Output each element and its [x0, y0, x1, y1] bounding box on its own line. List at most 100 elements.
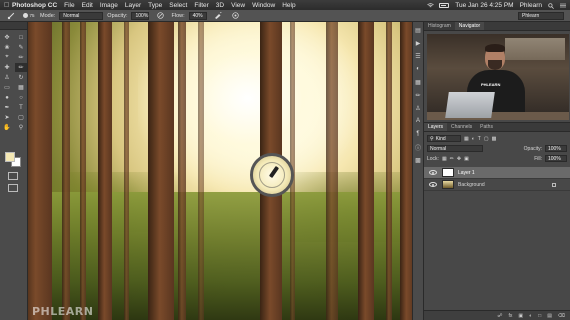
new-layer-icon[interactable]: ▤ — [547, 313, 552, 319]
eraser-tool-icon[interactable]: ▭ — [1, 83, 13, 92]
wifi-icon[interactable] — [427, 2, 435, 8]
history-brush-tool-icon[interactable]: ↻ — [15, 73, 27, 82]
brush-tool-icon[interactable]: ✏ — [15, 63, 27, 72]
menu-view[interactable]: View — [231, 2, 245, 9]
info-panel-icon[interactable]: ⓘ — [413, 142, 423, 152]
character-panel-icon[interactable]: A — [413, 116, 423, 126]
document-canvas[interactable]: PHLEARN — [28, 22, 412, 320]
tab-channels[interactable]: Channels — [447, 123, 476, 131]
zoom-tool-icon[interactable]: ⚲ — [15, 123, 27, 132]
menubar-clock[interactable]: Tue Jan 26 4:25 PM — [455, 2, 513, 9]
tab-paths[interactable]: Paths — [476, 123, 497, 131]
gradient-tool-icon[interactable]: ▦ — [15, 83, 27, 92]
visibility-eye-icon[interactable] — [429, 182, 437, 187]
battery-icon[interactable] — [439, 2, 450, 8]
foreground-color-swatch[interactable] — [5, 152, 15, 162]
filter-pixel-icon[interactable]: ▦ — [464, 136, 469, 142]
quick-mask-icon[interactable] — [8, 172, 18, 180]
opacity-field[interactable]: 100% — [131, 11, 150, 20]
path-selection-tool-icon[interactable]: ➤ — [1, 113, 13, 122]
screen-mode-icon[interactable] — [8, 184, 18, 192]
layer-filter-kind: Kind — [435, 135, 446, 142]
flow-label: Flow: — [171, 12, 185, 19]
pressure-opacity-icon[interactable] — [153, 12, 167, 20]
list-icon[interactable] — [560, 3, 566, 8]
layer-row[interactable]: Layer 1 — [424, 167, 570, 179]
filter-adjustment-icon[interactable]: ◐ — [472, 136, 475, 142]
menu-type[interactable]: Type — [148, 2, 162, 9]
layer-filter-select[interactable]: ⚲ Kind — [427, 135, 461, 142]
tab-histogram[interactable]: Histogram — [424, 22, 455, 30]
filter-shape-icon[interactable]: ▢ — [484, 136, 489, 142]
mode-select[interactable]: Normal — [59, 11, 104, 20]
menu-layer[interactable]: Layer — [125, 2, 141, 9]
blur-tool-icon[interactable]: ● — [1, 93, 13, 102]
adjustment-layer-icon[interactable]: ◐ — [529, 313, 532, 319]
fill-field[interactable]: 100% — [545, 155, 567, 162]
lasso-tool-icon[interactable]: ❀ — [1, 43, 13, 52]
apple-icon[interactable]:  — [4, 2, 12, 9]
layer-name[interactable]: Layer 1 — [458, 170, 475, 176]
menubar-user[interactable]: Phlearn — [520, 2, 542, 9]
quick-select-tool-icon[interactable]: ✎ — [15, 43, 27, 52]
blend-mode-select[interactable]: Normal — [427, 145, 483, 152]
healing-brush-tool-icon[interactable]: ✚ — [1, 63, 13, 72]
menu-3d[interactable]: 3D — [216, 2, 224, 9]
menu-help[interactable]: Help — [282, 2, 295, 9]
eyedropper-tool-icon[interactable]: ✏ — [15, 53, 27, 62]
crop-tool-icon[interactable]: ⌖ — [1, 53, 13, 62]
visibility-eye-icon[interactable] — [429, 170, 437, 175]
brush-panel-icon[interactable]: ✏ — [413, 90, 423, 100]
search-icon[interactable] — [548, 2, 554, 9]
menu-filter[interactable]: Filter — [194, 2, 208, 9]
clone-source-panel-icon[interactable]: ♙ — [413, 103, 423, 113]
workspace-select[interactable]: Phlearn — [518, 11, 564, 20]
menu-file[interactable]: File — [64, 2, 74, 9]
dodge-tool-icon[interactable]: ○ — [15, 93, 27, 102]
lock-transparent-icon[interactable]: ▦ — [442, 156, 447, 162]
menu-image[interactable]: Image — [100, 2, 118, 9]
menu-app-name[interactable]: Photoshop CC — [12, 2, 57, 9]
layer-comps-panel-icon[interactable]: ▩ — [413, 155, 423, 165]
tab-navigator[interactable]: Navigator — [454, 22, 485, 30]
swatches-panel-icon[interactable]: ▦ — [413, 77, 423, 87]
pressure-size-icon[interactable] — [229, 12, 243, 20]
flow-field[interactable]: 40% — [188, 11, 207, 20]
layer-opacity-field[interactable]: 100% — [545, 145, 567, 152]
marquee-tool-icon[interactable]: □ — [15, 33, 27, 42]
tools-panel-grip[interactable] — [0, 22, 27, 30]
lock-all-icon[interactable]: ▣ — [464, 156, 469, 162]
shape-tool-icon[interactable]: ▢ — [15, 113, 27, 122]
brush-size-value: 75 — [29, 13, 35, 18]
lock-pixels-icon[interactable]: ✏ — [450, 156, 454, 162]
panel-icon-strip: ▤ ▶ ☰ ◐ ▦ ✏ ♙ A ¶ ⓘ ▩ — [412, 22, 424, 320]
adjustments-panel-icon[interactable]: ◐ — [413, 64, 423, 74]
brush-size-picker[interactable]: 75 — [22, 12, 36, 20]
tree-trunk — [28, 22, 52, 320]
new-group-icon[interactable]: □ — [538, 313, 541, 319]
airbrush-icon[interactable] — [211, 12, 225, 20]
history-panel-icon[interactable]: ▤ — [413, 25, 423, 35]
filter-smart-object-icon[interactable]: ▩ — [492, 136, 497, 142]
menu-select[interactable]: Select — [169, 2, 187, 9]
filter-type-icon[interactable]: T — [478, 136, 481, 142]
type-tool-icon[interactable]: T — [15, 103, 27, 112]
menu-window[interactable]: Window — [252, 2, 275, 9]
clone-stamp-tool-icon[interactable]: ♙ — [1, 73, 13, 82]
lock-position-icon[interactable]: ✥ — [457, 156, 461, 162]
link-layers-icon[interactable]: ☍ — [497, 313, 502, 319]
layer-style-icon[interactable]: fx — [509, 313, 513, 319]
paragraph-panel-icon[interactable]: ¶ — [413, 129, 423, 139]
actions-panel-icon[interactable]: ▶ — [413, 38, 423, 48]
move-tool-icon[interactable]: ✥ — [1, 33, 13, 42]
layer-name[interactable]: Background — [458, 182, 485, 188]
brush-tool-preset-icon[interactable] — [4, 12, 18, 20]
add-mask-icon[interactable]: ▣ — [518, 313, 523, 319]
menu-edit[interactable]: Edit — [82, 2, 93, 9]
hand-tool-icon[interactable]: ✋ — [1, 123, 13, 132]
pen-tool-icon[interactable]: ✒ — [1, 103, 13, 112]
delete-layer-icon[interactable]: ⌫ — [558, 313, 565, 319]
properties-panel-icon[interactable]: ☰ — [413, 51, 423, 61]
tab-layers[interactable]: Layers — [424, 123, 448, 131]
layer-row[interactable]: Background — [424, 179, 570, 191]
